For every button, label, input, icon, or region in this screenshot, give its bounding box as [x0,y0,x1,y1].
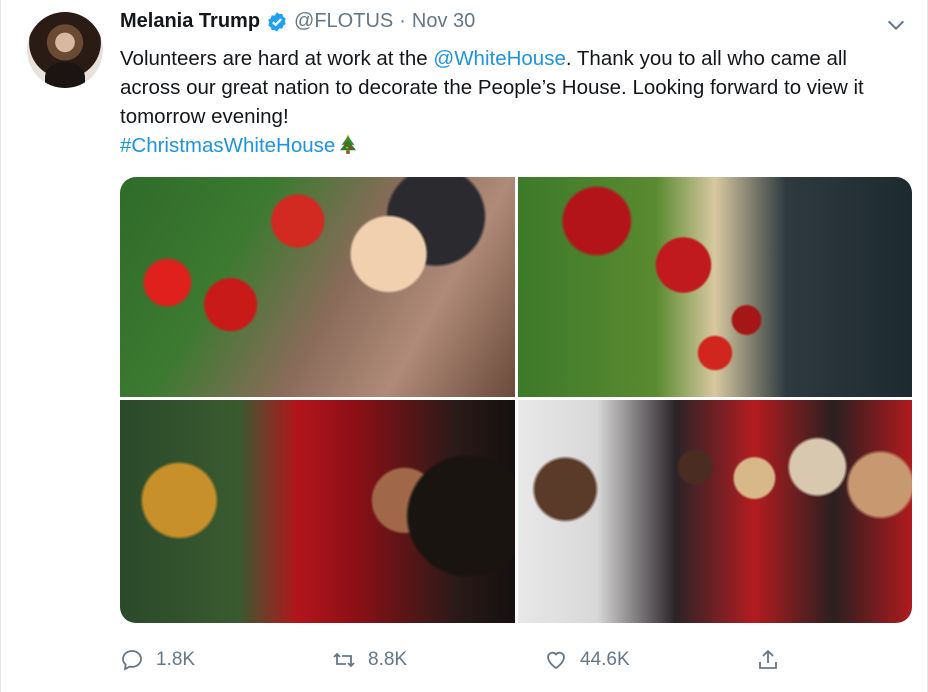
like-icon [547,651,565,670]
retweet-icon [333,652,355,668]
tweet-text-part1: Volunteers are hard at work at the [120,47,434,70]
reply-button[interactable]: 1.8K [120,648,195,672]
like-count: 44.6K [580,649,630,670]
verified-icon [266,11,288,33]
christmas-tree-emoji-icon [339,133,357,163]
photo-volunteer-decorating-tree[interactable] [518,177,912,397]
retweet-count: 8.8K [368,649,408,670]
avatar[interactable] [27,12,103,88]
mention-link[interactable]: @WhiteHouse [433,47,565,70]
hashtag-link[interactable]: #ChristmasWhiteHouse [120,134,335,157]
author-name[interactable]: Melania Trump [120,10,260,33]
author-handle[interactable]: @FLOTUS [294,10,393,33]
media-grid [120,177,912,623]
action-bar: 1.8K 8.8K 44.6K [120,648,800,678]
tweet-header: Melania Trump @FLOTUS · Nov 30 [120,10,475,33]
chevron-down-icon[interactable] [885,14,907,36]
tweet-date[interactable]: Nov 30 [412,10,475,33]
separator-dot: · [399,10,406,32]
photo-volunteer-decorating-wreath[interactable] [120,400,515,623]
retweet-button[interactable]: 8.8K [332,648,407,672]
photo-volunteers-group[interactable] [518,400,912,623]
tweet-card[interactable]: Melania Trump @FLOTUS · Nov 30 Volunteer… [0,0,928,692]
photo-volunteer-hanging-ornament[interactable] [120,177,515,397]
reply-icon [122,650,142,671]
reply-count: 1.8K [156,649,196,670]
tweet-text: Volunteers are hard at work at the @Whit… [120,44,890,163]
like-button[interactable]: 44.6K [544,648,630,672]
share-button[interactable] [756,648,792,672]
share-icon [759,649,777,669]
